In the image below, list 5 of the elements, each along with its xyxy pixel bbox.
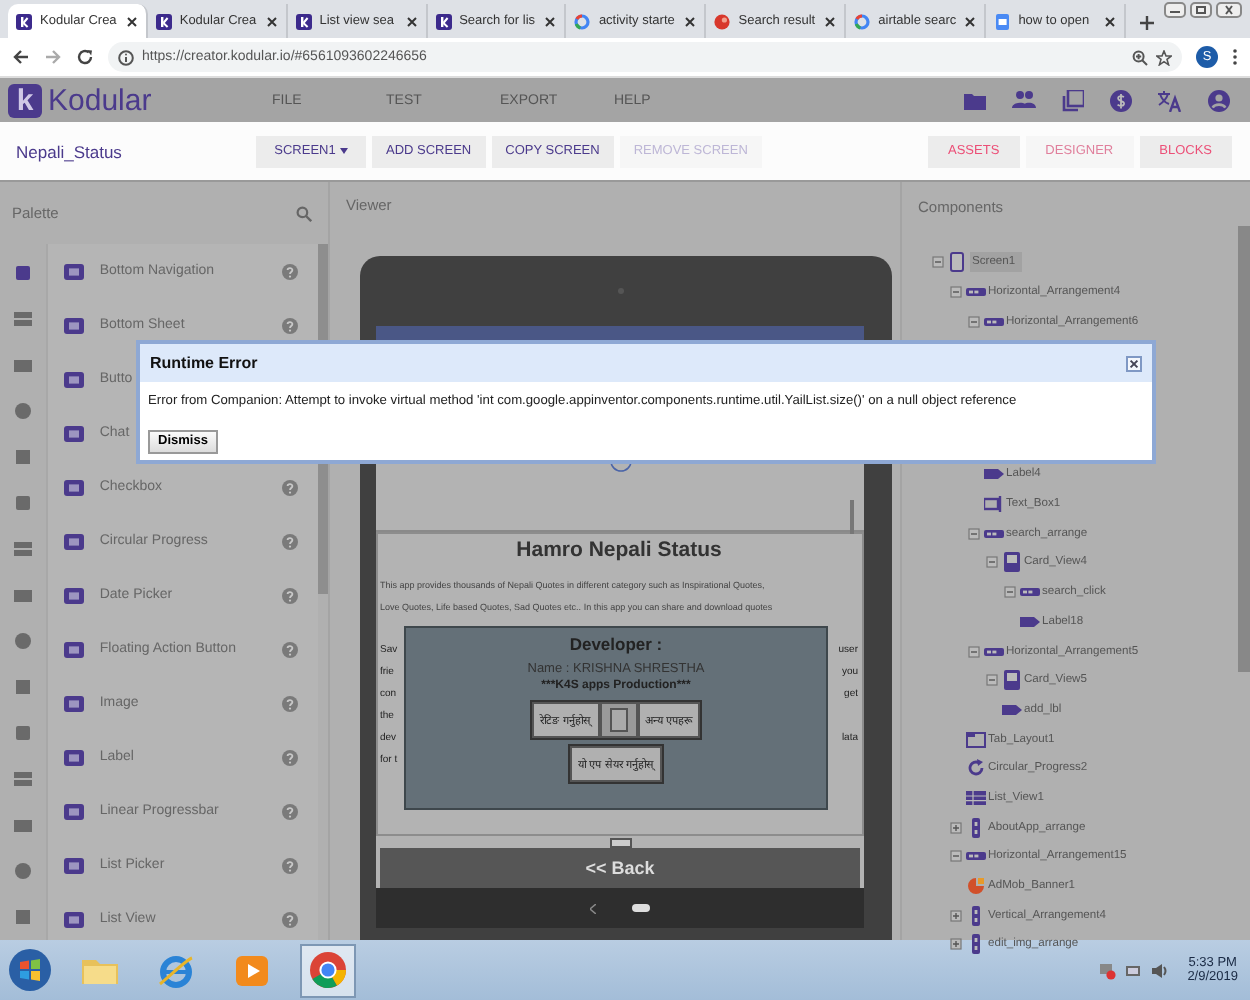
- dialog-title: Runtime Error: [150, 354, 258, 372]
- developer-title: Developer :: [569, 634, 663, 654]
- app-name: Kodular: [48, 83, 154, 117]
- app-heading: Hamro Nepali Status: [514, 538, 724, 562]
- project-name: Nepali_Status: [16, 141, 124, 161]
